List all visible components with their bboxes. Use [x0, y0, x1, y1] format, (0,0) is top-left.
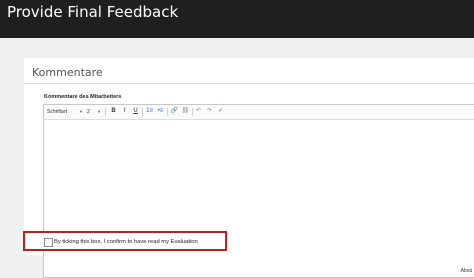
font-family-value: Schriftart: [47, 109, 68, 115]
link-button[interactable]: 🔗: [170, 107, 179, 116]
font-size-value: 2: [87, 109, 90, 115]
title-bar: Provide Final Feedback: [0, 0, 474, 38]
toolbar-separator: [142, 108, 143, 116]
chevron-down-icon: ▼: [79, 109, 83, 114]
page-title: Provide Final Feedback: [7, 3, 179, 21]
comments-card: Kommentare Kommentare des Mitarbeiters S…: [24, 58, 474, 278]
section-title: Kommentare: [32, 66, 103, 79]
toolbar-separator: [105, 108, 106, 116]
bold-button[interactable]: B: [109, 107, 118, 116]
editor-footer-label: Absä: [460, 268, 472, 274]
chevron-down-icon: ▼: [97, 109, 101, 114]
undo-button[interactable]: ↶: [194, 107, 203, 116]
font-size-select[interactable]: 2 ▼: [87, 108, 101, 116]
ordered-list-button[interactable]: 1≡: [145, 107, 154, 116]
rich-text-editor[interactable]: Schriftart ▼ 2 ▼ B I U 1≡ •≡ 🔗 ⛓ ↶ ↷ ✓ Abs…: [43, 104, 474, 278]
toolbar-separator: [192, 108, 193, 116]
unlink-button[interactable]: ⛓: [181, 107, 190, 116]
italic-button[interactable]: I: [120, 107, 129, 116]
spellcheck-button[interactable]: ✓: [216, 107, 225, 116]
underline-button[interactable]: U: [131, 107, 140, 116]
confirm-read-label[interactable]: By ticking this box, I confirm to have r…: [54, 238, 198, 246]
unordered-list-button[interactable]: •≡: [156, 107, 165, 116]
confirm-read-section: By ticking this box, I confirm to have r…: [23, 231, 227, 251]
font-family-select[interactable]: Schriftart ▼: [47, 108, 83, 116]
section-divider: [24, 83, 474, 84]
redo-button[interactable]: ↷: [205, 107, 214, 116]
editor-toolbar: Schriftart ▼ 2 ▼ B I U 1≡ •≡ 🔗 ⛓ ↶ ↷ ✓: [44, 105, 474, 120]
confirm-read-checkbox[interactable]: [44, 238, 53, 247]
toolbar-separator: [167, 108, 168, 116]
field-label: Kommentare des Mitarbeiters: [44, 94, 122, 100]
